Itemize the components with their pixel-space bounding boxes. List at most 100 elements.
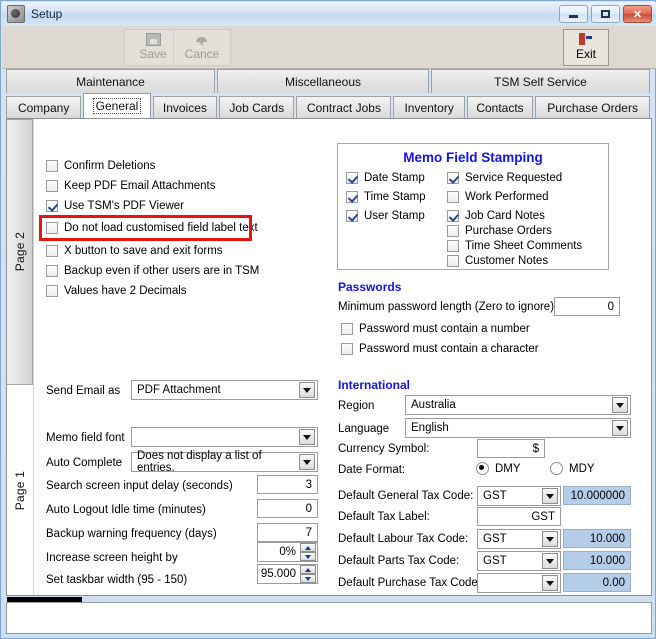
chevron-down-icon[interactable] xyxy=(542,575,558,591)
memo-option-time-sheet-comments[interactable]: Time Sheet Comments xyxy=(447,240,582,252)
stepper-down-icon[interactable] xyxy=(300,552,316,561)
checkbox-icon[interactable] xyxy=(46,200,58,212)
language-select[interactable]: English xyxy=(405,418,631,438)
stepper-down-icon[interactable] xyxy=(300,574,316,583)
memo-option-label: Job Card Notes xyxy=(465,210,545,222)
tab-contract-jobs[interactable]: Contract Jobs xyxy=(296,96,391,119)
radio-icon[interactable] xyxy=(550,462,563,475)
auto-complete-select[interactable]: Does not display a list of entries. xyxy=(131,452,318,472)
tab-job-cards[interactable]: Job Cards xyxy=(219,96,294,119)
chevron-down-icon[interactable] xyxy=(542,488,558,504)
checkbox-icon[interactable] xyxy=(447,191,459,203)
checkbox-icon[interactable] xyxy=(447,210,459,222)
option-keep-pdf-email-attachments[interactable]: Keep PDF Email Attachments xyxy=(46,180,215,192)
checkbox-icon[interactable] xyxy=(346,172,358,184)
option-password-must-contain-number[interactable]: Password must contain a number xyxy=(341,323,530,335)
checkbox-icon[interactable] xyxy=(447,172,459,184)
tab-company[interactable]: Company xyxy=(6,96,81,119)
tab-label: Job Cards xyxy=(229,101,284,115)
option-label: Password must contain a number xyxy=(359,323,530,335)
default-tax-label-input[interactable]: GST xyxy=(477,507,561,526)
checkbox-icon[interactable] xyxy=(447,225,459,237)
group-tab-maintenance[interactable]: Maintenance xyxy=(6,69,215,93)
default-parts-tax-code-label: Default Parts Tax Code: xyxy=(338,555,459,567)
checkbox-icon[interactable] xyxy=(447,240,459,252)
group-tab-tsm-self-service[interactable]: TSM Self Service xyxy=(431,69,650,93)
region-select[interactable]: Australia xyxy=(405,395,631,415)
auto-logout-input[interactable]: 0 xyxy=(257,499,318,518)
close-button[interactable]: ✕ xyxy=(623,5,652,23)
min-password-length-input[interactable]: 0 xyxy=(554,297,620,316)
option-confirm-deletions[interactable]: Confirm Deletions xyxy=(46,160,155,172)
chevron-down-icon[interactable] xyxy=(299,382,315,398)
tab-invoices[interactable]: Invoices xyxy=(153,96,217,119)
checkbox-icon[interactable] xyxy=(46,265,58,277)
chevron-down-icon[interactable] xyxy=(542,531,558,547)
page-tab-page-2[interactable]: Page 2 xyxy=(7,119,33,385)
option-password-must-contain-character[interactable]: Password must contain a character xyxy=(341,343,539,355)
currency-symbol-input[interactable]: $ xyxy=(477,439,545,458)
memo-option-job-card-notes[interactable]: Job Card Notes xyxy=(447,210,545,222)
checkbox-icon[interactable] xyxy=(341,343,353,355)
increase-screen-height-stepper[interactable]: 0% xyxy=(257,542,318,562)
memo-option-purchase-orders[interactable]: Purchase Orders xyxy=(447,225,552,237)
backup-warning-label: Backup warning frequency (days) xyxy=(46,528,217,540)
tab-label: Inventory xyxy=(404,101,453,115)
checkbox-icon[interactable] xyxy=(46,245,58,257)
send-email-as-label: Send Email as xyxy=(46,385,120,397)
option-backup-even-if-other-users-are-in-tsm[interactable]: Backup even if other users are in TSM xyxy=(46,265,259,277)
stepper-buttons[interactable] xyxy=(300,565,316,583)
checkbox-icon[interactable] xyxy=(46,180,58,192)
memo-option-time-stamp[interactable]: Time Stamp xyxy=(346,191,426,203)
checkbox-icon[interactable] xyxy=(46,222,58,234)
search-delay-input[interactable]: 3 xyxy=(257,475,318,494)
chevron-down-icon[interactable] xyxy=(542,553,558,569)
memo-option-date-stamp[interactable]: Date Stamp xyxy=(346,172,425,184)
tab-purchase-orders[interactable]: Purchase Orders xyxy=(535,96,650,119)
checkbox-icon[interactable] xyxy=(46,160,58,172)
option-values-have-2-decimals[interactable]: Values have 2 Decimals xyxy=(46,285,187,297)
page-tab-page-1[interactable]: Page 1 xyxy=(7,387,33,595)
chevron-down-icon[interactable] xyxy=(299,454,315,470)
maximize-button[interactable] xyxy=(591,5,620,23)
passwords-section-title: Passwords xyxy=(338,280,401,294)
chevron-down-icon[interactable] xyxy=(612,397,628,413)
backup-warning-input[interactable]: 7 xyxy=(257,523,318,542)
radio-date-format-dmy[interactable]: DMY xyxy=(476,462,521,475)
checkbox-icon[interactable] xyxy=(341,323,353,335)
checkbox-icon[interactable] xyxy=(346,191,358,203)
tab-inventory[interactable]: Inventory xyxy=(393,96,464,119)
memo-option-user-stamp[interactable]: User Stamp xyxy=(346,210,425,222)
toolbar: Save Cance Exit xyxy=(2,26,656,69)
radio-icon[interactable] xyxy=(476,462,489,475)
minimize-button[interactable] xyxy=(559,5,588,23)
default-general-tax-code-select[interactable]: GST xyxy=(477,486,561,506)
option-x-button-to-save-and-exit-forms[interactable]: X button to save and exit forms xyxy=(46,245,223,257)
memo-field-font-select[interactable] xyxy=(131,427,318,447)
checkbox-icon[interactable] xyxy=(447,255,459,267)
default-parts-tax-code-select[interactable]: GST xyxy=(477,551,561,571)
stepper-up-icon[interactable] xyxy=(300,565,316,574)
chevron-down-icon[interactable] xyxy=(299,429,315,445)
memo-option-service-requested[interactable]: Service Requested xyxy=(447,172,562,184)
taskbar-width-stepper[interactable]: 95.000 xyxy=(257,564,318,584)
default-labour-tax-code-select[interactable]: GST xyxy=(477,529,561,549)
stepper-buttons[interactable] xyxy=(300,543,316,561)
radio-date-format-mdy[interactable]: MDY xyxy=(550,462,595,475)
checkbox-icon[interactable] xyxy=(46,285,58,297)
default-purchase-tax-code-select[interactable] xyxy=(477,573,561,593)
stepper-up-icon[interactable] xyxy=(300,543,316,552)
exit-button[interactable]: Exit xyxy=(563,29,609,66)
group-tab-miscellaneous[interactable]: Miscellaneous xyxy=(217,69,429,93)
tab-contacts[interactable]: Contacts xyxy=(467,96,533,119)
option-use-tsm-pdf-viewer[interactable]: Use TSM's PDF Viewer xyxy=(46,200,184,212)
checkbox-icon[interactable] xyxy=(346,210,358,222)
chevron-down-icon[interactable] xyxy=(612,420,628,436)
memo-option-work-performed[interactable]: Work Performed xyxy=(447,191,549,203)
cancel-button[interactable]: Cance xyxy=(173,29,231,66)
tab-general[interactable]: General xyxy=(83,93,150,119)
memo-option-customer-notes[interactable]: Customer Notes xyxy=(447,255,548,267)
send-email-as-select[interactable]: PDF Attachment xyxy=(131,380,318,400)
panel-divider xyxy=(33,119,34,595)
option-do-not-load-customised-field-label-text[interactable]: Do not load customised field label text xyxy=(46,222,258,234)
